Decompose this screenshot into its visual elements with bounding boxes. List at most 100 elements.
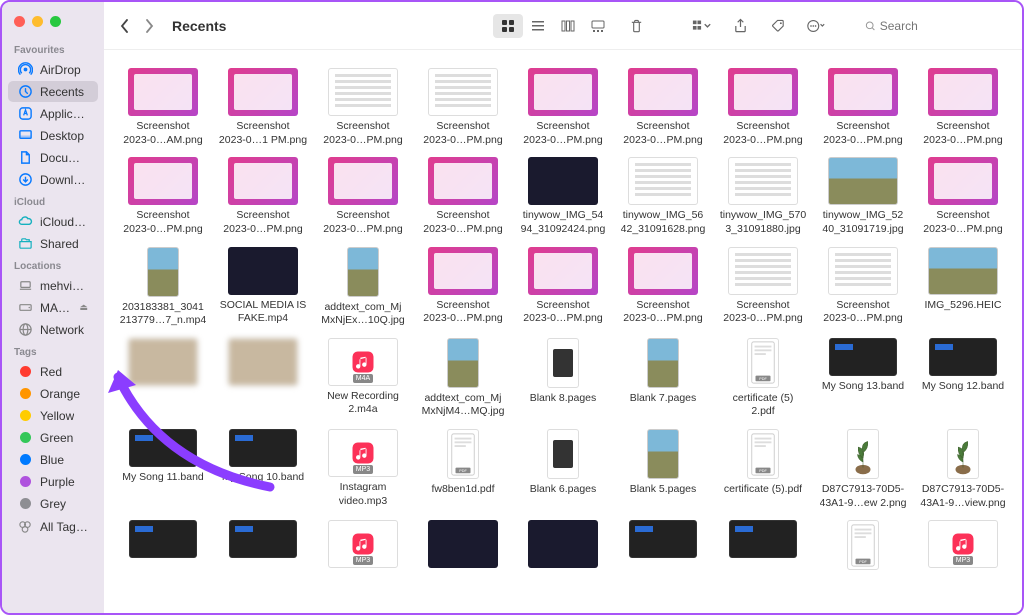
trash-button[interactable] (621, 14, 651, 38)
sidebar-item-network[interactable]: Network (8, 319, 98, 340)
more-button[interactable] (801, 14, 831, 38)
file-item[interactable]: Screenshot2023-0…PM.png (414, 157, 512, 236)
file-item[interactable]: PDFfw8ben1d.pdf (414, 429, 512, 510)
file-item[interactable]: Screenshot2023-0…PM.png (314, 157, 412, 236)
file-item[interactable]: Screenshot2023-0…PM.png (614, 68, 712, 147)
file-item[interactable] (114, 520, 212, 574)
file-item[interactable] (114, 338, 212, 419)
sidebar-item-orange[interactable]: Orange (8, 383, 98, 404)
file-item[interactable] (614, 520, 712, 574)
sidebar-item-grey[interactable]: Grey (8, 493, 98, 514)
eject-icon[interactable]: ⏏ (79, 302, 88, 313)
file-name: Instagramvideo.mp3 (339, 481, 387, 508)
icon-view-button[interactable] (493, 14, 523, 38)
file-item[interactable] (714, 520, 812, 574)
file-item[interactable]: MP3 (914, 520, 1012, 574)
sidebar-item-shared[interactable]: Shared (8, 233, 98, 254)
tag-dot-icon (18, 364, 33, 379)
file-item[interactable]: addtext_com_MjMxNjEx…10Q.jpg (314, 247, 412, 328)
file-item[interactable]: My Song 11.band (114, 429, 212, 510)
search-field[interactable] (857, 16, 1012, 36)
sidebar-item-label: AirDrop (40, 63, 81, 77)
file-item[interactable]: PDFcertificate (5).pdf (714, 429, 812, 510)
file-item[interactable]: My Song 13.band (814, 338, 912, 419)
file-item[interactable] (214, 338, 312, 419)
sidebar-item-purple[interactable]: Purple (8, 471, 98, 492)
column-view-button[interactable] (553, 14, 583, 38)
file-item[interactable]: Screenshot2023-0…PM.png (714, 247, 812, 328)
file-thumbnail (428, 520, 498, 568)
file-item[interactable]: Screenshot2023-0…PM.png (614, 247, 712, 328)
minimize-button[interactable] (32, 16, 43, 27)
file-item[interactable]: SOCIAL MEDIA ISFAKE.mp4 (214, 247, 312, 328)
back-button[interactable] (114, 15, 136, 37)
file-item[interactable]: addtext_com_MjMxNjM4…MQ.jpg (414, 338, 512, 419)
file-item[interactable]: Screenshot2023-0…PM.png (514, 68, 612, 147)
file-item[interactable]: tinywow_IMG_5494_31092424.png (514, 157, 612, 236)
sidebar-item-label: Red (40, 365, 62, 379)
file-item[interactable]: Screenshot2023-0…PM.png (414, 247, 512, 328)
tag-dot-icon (18, 452, 33, 467)
file-thumbnail (728, 68, 798, 116)
file-item[interactable]: MP3 (314, 520, 412, 574)
tag-button[interactable] (763, 14, 793, 38)
sidebar-all-tags[interactable]: All Tags… (8, 516, 98, 537)
file-item[interactable]: Blank 6.pages (514, 429, 612, 510)
file-name: Blank 6.pages (530, 483, 597, 497)
sidebar-item-airdrop[interactable]: AirDrop (8, 59, 98, 80)
gallery-view-button[interactable] (583, 14, 613, 38)
file-item[interactable]: Screenshot2023-0…1 PM.png (214, 68, 312, 147)
file-item[interactable]: M4ANew Recording2.m4a (314, 338, 412, 419)
file-item[interactable]: Screenshot2023-0…PM.png (314, 68, 412, 147)
file-item[interactable]: MP3Instagramvideo.mp3 (314, 429, 412, 510)
file-item[interactable]: Screenshot2023-0…PM.png (214, 157, 312, 236)
file-item[interactable]: PDF (814, 520, 912, 574)
sidebar-item-downloads[interactable]: Downloads (8, 169, 98, 190)
file-item[interactable]: Screenshot2023-0…PM.png (414, 68, 512, 147)
sidebar-item-green[interactable]: Green (8, 427, 98, 448)
sidebar-item-applications[interactable]: Applications (8, 103, 98, 124)
file-item[interactable]: tinywow_IMG_5240_31091719.jpg (814, 157, 912, 236)
zoom-button[interactable] (50, 16, 61, 27)
file-item[interactable]: Screenshot2023-0…PM.png (814, 68, 912, 147)
file-grid-area[interactable]: Screenshot2023-0…AM.pngScreenshot2023-0…… (104, 50, 1022, 613)
close-button[interactable] (14, 16, 25, 27)
sidebar-item-red[interactable]: Red (8, 361, 98, 382)
file-item[interactable]: Blank 8.pages (514, 338, 612, 419)
sidebar-item-mehvish-s-m-[interactable]: mehvish's M… (8, 275, 98, 296)
file-item[interactable]: tinywow_IMG_5642_31091628.png (614, 157, 712, 236)
search-input[interactable] (880, 19, 1004, 33)
file-item[interactable]: Screenshot2023-0…PM.png (714, 68, 812, 147)
file-item[interactable]: IMG_5296.HEIC (914, 247, 1012, 328)
sidebar-item-documents[interactable]: Documents (8, 147, 98, 168)
file-item[interactable]: My Song 10.band (214, 429, 312, 510)
sidebar-item-blue[interactable]: Blue (8, 449, 98, 470)
file-item[interactable]: D87C7913-70D5-43A1-9…ew 2.png (814, 429, 912, 510)
file-item[interactable]: D87C7913-70D5-43A1-9…view.png (914, 429, 1012, 510)
file-item[interactable] (414, 520, 512, 574)
sidebar-item-manan[interactable]: MANAN⏏ (8, 297, 98, 318)
file-item[interactable] (214, 520, 312, 574)
file-item[interactable]: Screenshot2023-0…AM.png (114, 68, 212, 147)
file-item[interactable]: Screenshot2023-0…PM.png (814, 247, 912, 328)
file-item[interactable]: 203183381_3041213779…7_n.mp4 (114, 247, 212, 328)
file-item[interactable]: Screenshot2023-0…PM.png (514, 247, 612, 328)
group-button[interactable] (687, 14, 717, 38)
file-item[interactable]: Screenshot2023-0…PM.png (914, 157, 1012, 236)
file-item[interactable] (514, 520, 612, 574)
sidebar-item-recents[interactable]: Recents (8, 81, 98, 102)
list-view-button[interactable] (523, 14, 553, 38)
file-thumbnail: M4A (328, 338, 398, 386)
forward-button[interactable] (138, 15, 160, 37)
share-button[interactable] (725, 14, 755, 38)
file-item[interactable]: Blank 5.pages (614, 429, 712, 510)
file-item[interactable]: Blank 7.pages (614, 338, 712, 419)
sidebar-item-icloud-drive[interactable]: iCloud Drive (8, 211, 98, 232)
file-item[interactable]: My Song 12.band (914, 338, 1012, 419)
file-item[interactable]: tinywow_IMG_5703_31091880.jpg (714, 157, 812, 236)
file-item[interactable]: PDFcertificate (5)2.pdf (714, 338, 812, 419)
file-item[interactable]: Screenshot2023-0…PM.png (914, 68, 1012, 147)
sidebar-item-yellow[interactable]: Yellow (8, 405, 98, 426)
sidebar-item-desktop[interactable]: Desktop (8, 125, 98, 146)
file-item[interactable]: Screenshot2023-0…PM.png (114, 157, 212, 236)
